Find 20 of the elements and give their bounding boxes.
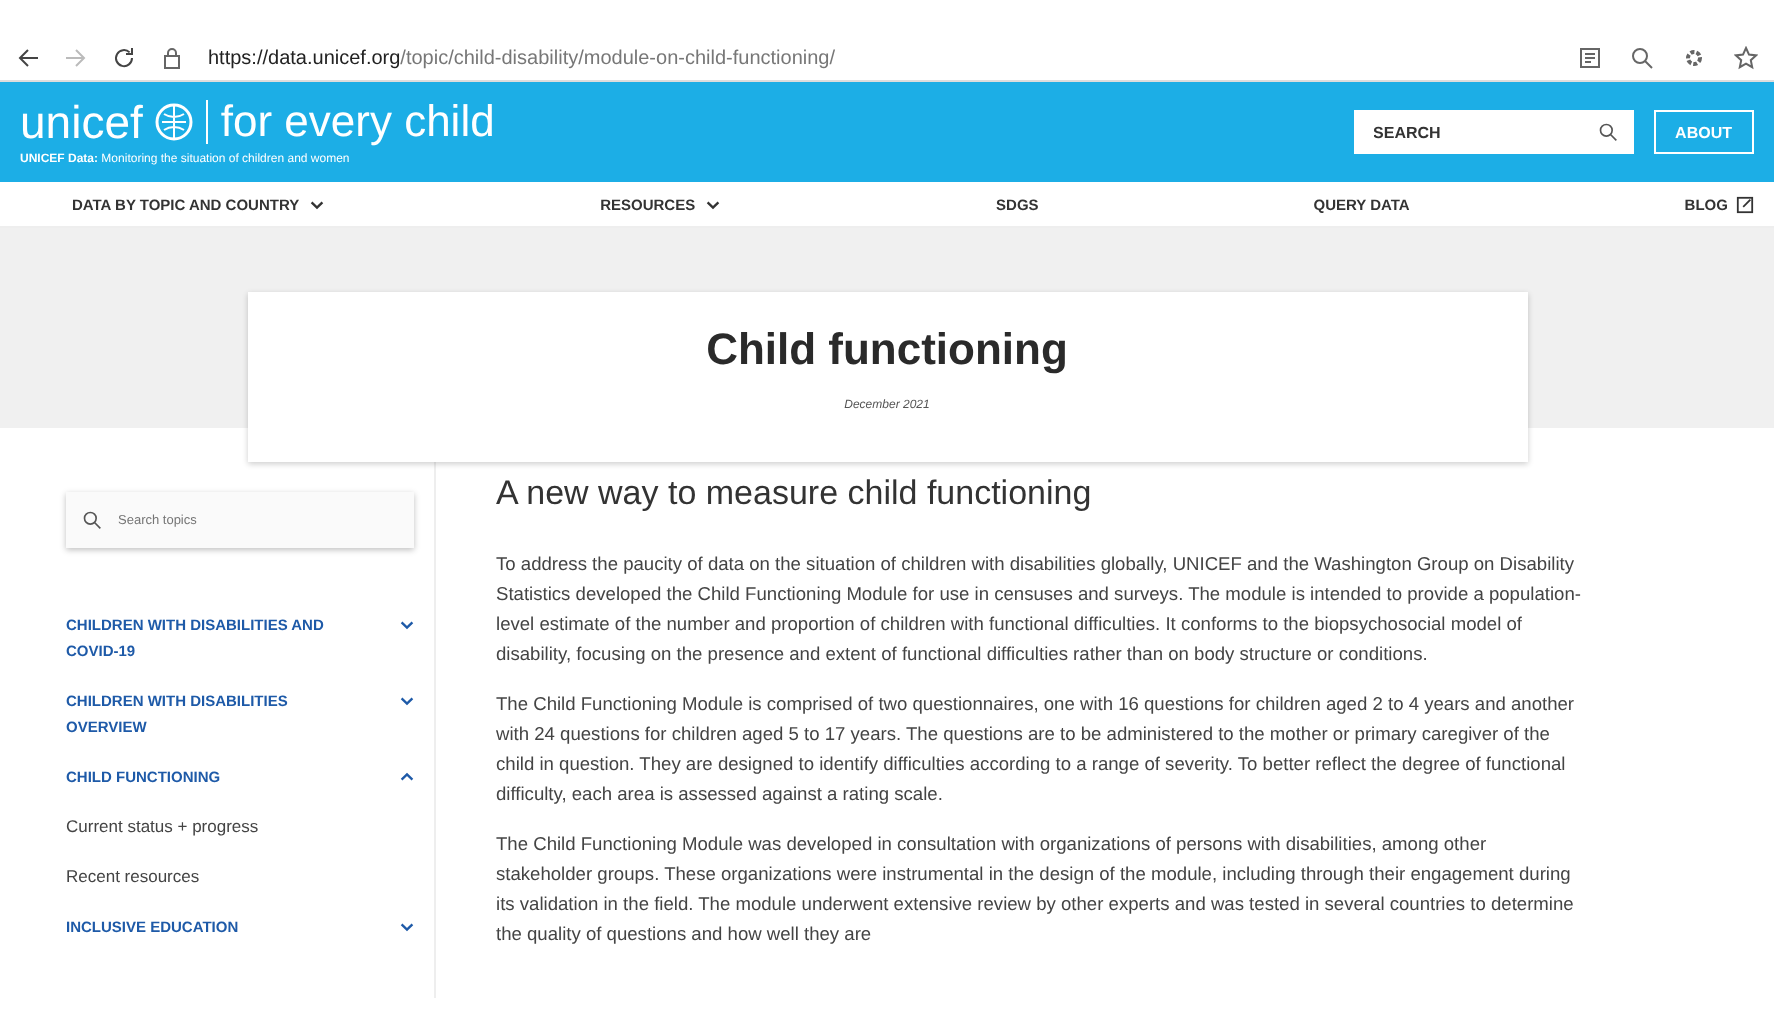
search-icon[interactable]	[1597, 122, 1618, 142]
reader-icon[interactable]	[1578, 46, 1602, 70]
zoom-icon[interactable]	[1630, 46, 1654, 70]
favorite-icon[interactable]	[1734, 46, 1758, 70]
article-paragraph: The Child Functioning Module is comprised of two questionnaires, one with 16 questions for children aged 2 to 4 years and another with 24 questions for children aged 5 to 17 years. The questions are to be administered to the mother or primary caregiver of the child in question. They are designed to identify difficulties according to a range of severity. To better reflect the degree of functional difficulty, each area is assessed against a rating scale.	[496, 692, 1577, 808]
article-paragraph: The Child Functioning Module was developed in consultation with organizations of persons with disabilities, among other stakeholder groups. These organizations were instrumental in the design of the module, including through their engagement during its validation in the field. The module underwent extensive review by other experts and was tested in several countries to determine the quality of questions and how well they are	[496, 832, 1576, 948]
search-bar[interactable]: SEARCH	[1353, 110, 1634, 154]
sidebar-link[interactable]: Recent resources	[66, 864, 416, 890]
address-bar[interactable]: https://data.unicef.org/topic/child-disability/module-on-child-functioning/	[208, 47, 1554, 69]
page-title: Child functioning	[706, 324, 1068, 376]
back-icon[interactable]	[16, 46, 40, 70]
reload-icon[interactable]	[112, 46, 136, 70]
tagline: for every child	[220, 100, 495, 144]
search-icon	[82, 510, 102, 530]
sidebar-link[interactable]: Current status + progress	[66, 814, 416, 840]
article-heading: A new way to measure child functioning	[496, 474, 1094, 514]
article-paragraph: To address the paucity of data on the situation of children with disabilities globally, UNICEF and the Washington Group on Disability Statistics developed the Child Functioning Module for use in censuses and surveys. The module is intended to provide a population-level estimate of the number and proportion of children with functional difficulties. It conforms to the biopsychosocial model of disability, focusing on the presence and extent of functional difficulties rather than on body structure or conditions.	[496, 552, 1583, 668]
external-link-icon	[1735, 195, 1754, 213]
lock-icon	[160, 46, 184, 70]
globe-emblem-icon	[154, 102, 195, 142]
